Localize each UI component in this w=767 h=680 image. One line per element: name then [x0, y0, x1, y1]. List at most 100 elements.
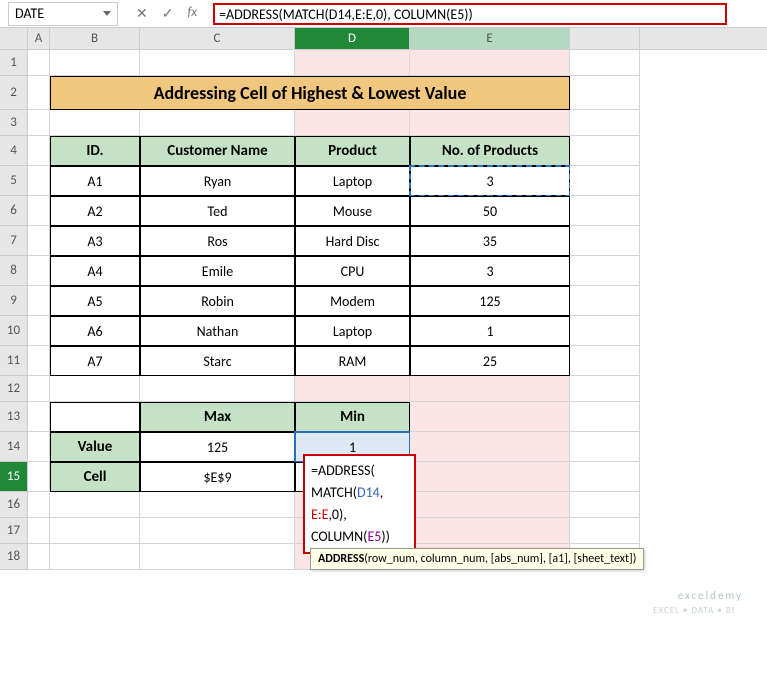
cell[interactable]: [28, 492, 50, 518]
col-header-c[interactable]: C: [140, 28, 295, 49]
table-cell[interactable]: RAM: [295, 346, 410, 376]
table-cell[interactable]: A5: [50, 286, 140, 316]
summary-max-cell[interactable]: $E$9: [140, 462, 295, 492]
cell[interactable]: [570, 286, 640, 316]
cell[interactable]: [28, 166, 50, 196]
cell[interactable]: [410, 50, 570, 76]
cell[interactable]: [140, 110, 295, 136]
row-header[interactable]: 4: [0, 136, 28, 166]
table-cell[interactable]: A3: [50, 226, 140, 256]
cell[interactable]: [295, 50, 410, 76]
cell[interactable]: [28, 76, 50, 110]
cell[interactable]: [570, 432, 640, 462]
cell[interactable]: [570, 316, 640, 346]
cell[interactable]: [28, 226, 50, 256]
cell[interactable]: [50, 402, 140, 432]
row-header[interactable]: 5: [0, 166, 28, 196]
cell[interactable]: [140, 50, 295, 76]
row-header[interactable]: 10: [0, 316, 28, 346]
row-header[interactable]: 15: [0, 462, 28, 492]
cell[interactable]: [28, 376, 50, 402]
cell[interactable]: [140, 518, 295, 544]
table-cell[interactable]: Starc: [140, 346, 295, 376]
table-cell[interactable]: A1: [50, 166, 140, 196]
table-cell[interactable]: Laptop: [295, 316, 410, 346]
fx-icon[interactable]: fx: [187, 5, 197, 22]
cell[interactable]: [570, 136, 640, 166]
cell[interactable]: [410, 518, 570, 544]
cell[interactable]: [28, 110, 50, 136]
table-cell[interactable]: 50: [410, 196, 570, 226]
select-all-corner[interactable]: [0, 28, 28, 49]
cell[interactable]: [50, 544, 140, 570]
cell[interactable]: [140, 544, 295, 570]
cell[interactable]: [570, 492, 640, 518]
cell[interactable]: [410, 110, 570, 136]
cell[interactable]: [410, 402, 570, 432]
cancel-icon[interactable]: ✕: [136, 5, 148, 22]
row-header[interactable]: 16: [0, 492, 28, 518]
row-header[interactable]: 17: [0, 518, 28, 544]
cell[interactable]: [410, 432, 570, 462]
table-cell[interactable]: Robin: [140, 286, 295, 316]
row-header[interactable]: 12: [0, 376, 28, 402]
table-cell[interactable]: Laptop: [295, 166, 410, 196]
cell[interactable]: [570, 110, 640, 136]
cell[interactable]: [570, 196, 640, 226]
cell[interactable]: [570, 76, 640, 110]
cell[interactable]: [140, 376, 295, 402]
row-header[interactable]: 1: [0, 50, 28, 76]
cell[interactable]: [28, 136, 50, 166]
table-cell[interactable]: Ryan: [140, 166, 295, 196]
cell[interactable]: [410, 462, 570, 492]
table-cell[interactable]: Emile: [140, 256, 295, 286]
table-cell[interactable]: 3: [410, 256, 570, 286]
col-header-d[interactable]: D: [295, 28, 410, 49]
cell[interactable]: [570, 50, 640, 76]
table-cell[interactable]: 3: [410, 166, 570, 196]
cell[interactable]: [570, 166, 640, 196]
table-cell[interactable]: A2: [50, 196, 140, 226]
cell[interactable]: [50, 110, 140, 136]
cell[interactable]: [28, 256, 50, 286]
formula-input[interactable]: =ADDRESS(MATCH(D14,E:E,0), COLUMN(E5)): [213, 3, 727, 25]
col-header-e[interactable]: E: [410, 28, 570, 49]
table-cell[interactable]: A7: [50, 346, 140, 376]
col-header-f[interactable]: [570, 28, 640, 49]
table-cell[interactable]: Mouse: [295, 196, 410, 226]
cell[interactable]: [410, 492, 570, 518]
table-cell[interactable]: 1: [410, 316, 570, 346]
cell[interactable]: [28, 402, 50, 432]
row-header[interactable]: 3: [0, 110, 28, 136]
row-header[interactable]: 2: [0, 76, 28, 110]
table-cell[interactable]: Ros: [140, 226, 295, 256]
cell[interactable]: [570, 376, 640, 402]
table-cell[interactable]: 35: [410, 226, 570, 256]
table-cell[interactable]: Ted: [140, 196, 295, 226]
chevron-down-icon[interactable]: [103, 11, 111, 16]
row-header[interactable]: 9: [0, 286, 28, 316]
cell[interactable]: [28, 462, 50, 492]
table-cell[interactable]: CPU: [295, 256, 410, 286]
table-cell[interactable]: 25: [410, 346, 570, 376]
cell[interactable]: [570, 346, 640, 376]
col-header-a[interactable]: A: [28, 28, 50, 49]
row-header[interactable]: 13: [0, 402, 28, 432]
row-header[interactable]: 11: [0, 346, 28, 376]
row-header[interactable]: 6: [0, 196, 28, 226]
cell[interactable]: [50, 518, 140, 544]
name-box[interactable]: DATE: [8, 2, 118, 26]
table-cell[interactable]: A6: [50, 316, 140, 346]
cell[interactable]: [295, 110, 410, 136]
cell[interactable]: [140, 492, 295, 518]
row-header[interactable]: 7: [0, 226, 28, 256]
table-cell[interactable]: A4: [50, 256, 140, 286]
cell[interactable]: [570, 256, 640, 286]
row-header[interactable]: 8: [0, 256, 28, 286]
table-cell[interactable]: Modem: [295, 286, 410, 316]
cell[interactable]: [28, 432, 50, 462]
in-cell-formula-editor[interactable]: =ADDRESS( MATCH(D14, E:E,0), COLUMN(E5)): [303, 454, 416, 554]
cell[interactable]: [50, 376, 140, 402]
cell[interactable]: [28, 286, 50, 316]
cell[interactable]: [28, 196, 50, 226]
